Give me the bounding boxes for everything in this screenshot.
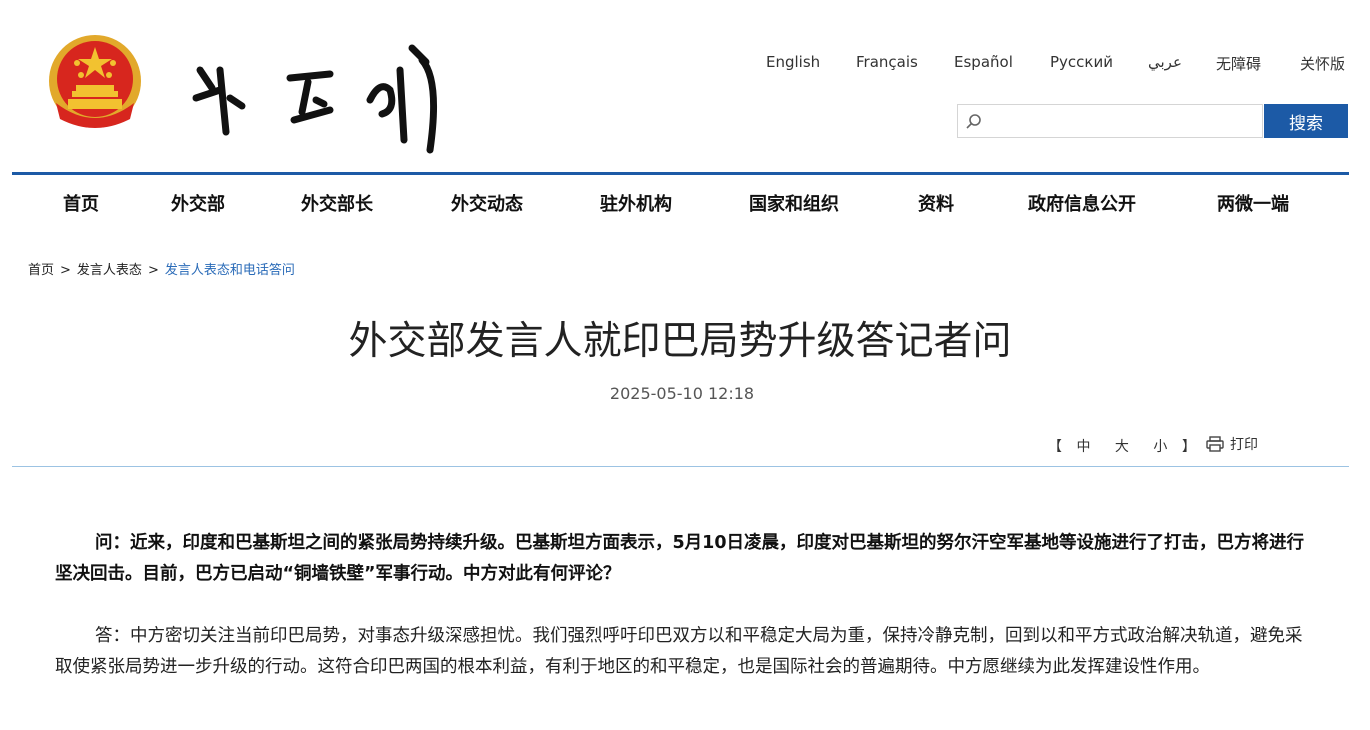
elderly-mode-link[interactable]: 关怀版 [1300, 53, 1345, 74]
breadcrumb-separator: > [147, 263, 159, 278]
main-nav: 首页 外交部 外交部长 外交动态 驻外机构 国家和组织 资料 政府信息公开 两微… [0, 190, 1370, 220]
breadcrumb-home[interactable]: 首页 [28, 263, 54, 278]
font-size-open-bracket: 【 [1048, 439, 1062, 455]
lang-spanish-link[interactable]: Español [954, 53, 1013, 71]
font-size-large-button[interactable]: 大 [1115, 439, 1129, 455]
nav-item-countries[interactable]: 国家和组织 [749, 190, 839, 216]
print-button[interactable]: 打印 [1206, 434, 1258, 454]
article-question: 问：近来，印度和巴基斯坦之间的紧张局势持续升级。巴基斯坦方面表示，5月10日凌晨… [55, 533, 1305, 584]
article-title: 外交部发言人就印巴局势升级答记者问 [348, 319, 1012, 364]
nav-item-ministry[interactable]: 外交部 [171, 190, 225, 216]
article-answer: 答：中方密切关注当前印巴局势，对事态升级深感担忧。我们强烈呼吁印巴双方以和平稳定… [55, 626, 1303, 677]
nav-item-activities[interactable]: 外交动态 [451, 190, 523, 216]
lang-french-link[interactable]: Français [856, 53, 918, 71]
printer-icon [1206, 436, 1224, 452]
search-input[interactable] [986, 107, 1260, 137]
breadcrumb-current[interactable]: 发言人表态和电话答问 [165, 263, 295, 278]
nav-item-info-disclosure[interactable]: 政府信息公开 [1028, 190, 1136, 216]
nav-item-missions[interactable]: 驻外机构 [600, 190, 672, 216]
font-size-switcher: 【 中 大 小 】 [1048, 436, 1196, 456]
nav-item-resources[interactable]: 资料 [918, 190, 954, 216]
article-date: 2025-05-10 12:18 [609, 384, 755, 403]
font-size-small-button[interactable]: 小 [1153, 439, 1167, 455]
font-size-close-bracket: 】 [1181, 439, 1196, 455]
print-label: 打印 [1230, 437, 1258, 453]
search-box [957, 104, 1263, 138]
breadcrumb-separator: > [60, 263, 71, 278]
nav-item-minister[interactable]: 外交部长 [301, 190, 373, 216]
nav-item-home[interactable]: 首页 [63, 190, 99, 216]
font-size-medium-button[interactable]: 中 [1076, 439, 1090, 455]
accessibility-link[interactable]: 无障碍 [1216, 53, 1261, 74]
national-emblem-logo[interactable] [46, 33, 144, 133]
breadcrumb-spokesperson[interactable]: 发言人表态 [77, 263, 142, 278]
site-logo-calligraphy[interactable] [190, 40, 450, 160]
nav-top-border [12, 172, 1349, 175]
nav-item-social[interactable]: 两微一端 [1217, 190, 1289, 216]
search-icon [966, 114, 981, 129]
lang-english-link[interactable]: English [766, 53, 820, 71]
lang-arabic-link[interactable]: عربي [1148, 53, 1182, 71]
lang-russian-link[interactable]: Русский [1050, 53, 1113, 71]
language-bar: English Français Español Русский عربي 无障… [740, 53, 1356, 75]
article-divider [12, 466, 1349, 467]
breadcrumb: 首页 > 发言人表态 > 发言人表态和电话答问 [28, 259, 295, 278]
search-button[interactable]: 搜索 [1264, 104, 1348, 138]
